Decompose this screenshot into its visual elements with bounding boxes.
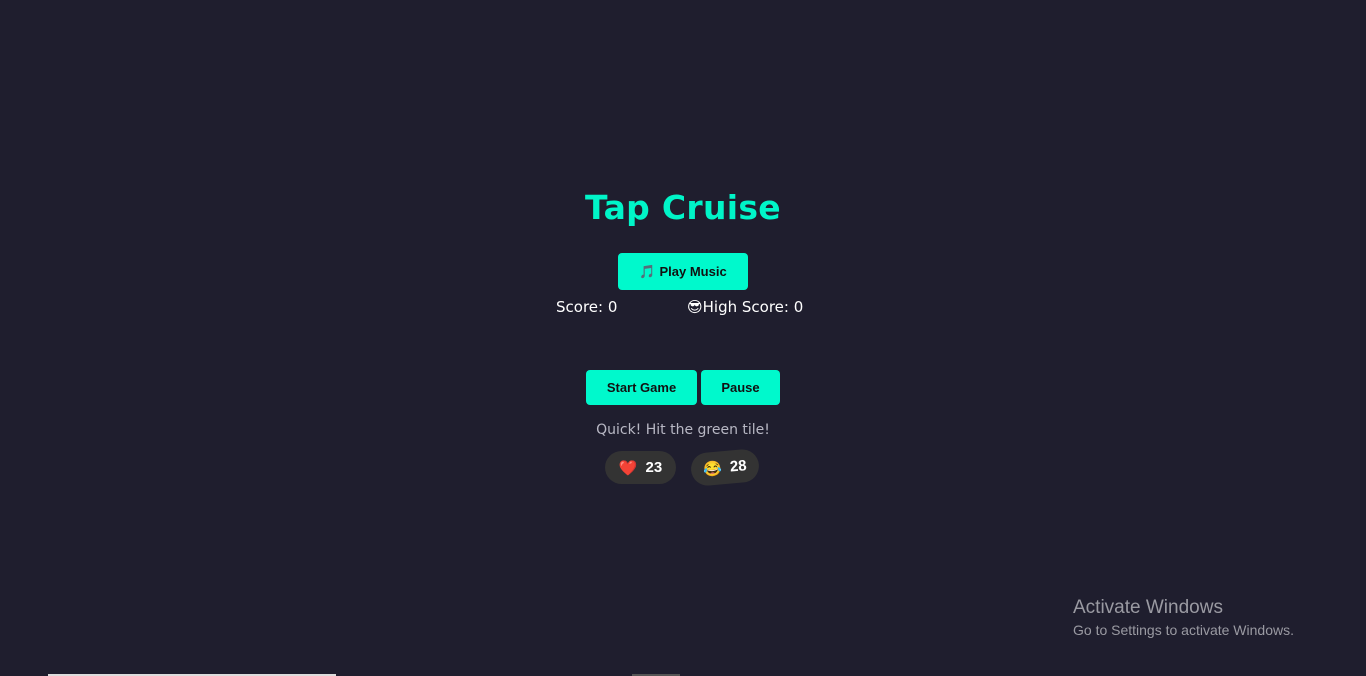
laugh-count: 28 — [729, 457, 748, 476]
activate-windows-title: Activate Windows — [1073, 597, 1223, 618]
high-score-label: High Score: 0 — [702, 298, 804, 316]
sunglasses-icon: 😎 — [687, 298, 703, 316]
game-title: Tap Cruise — [585, 188, 781, 227]
heart-reaction[interactable]: ❤️ 23 — [605, 451, 676, 484]
game-message: Quick! Hit the green tile! — [596, 422, 770, 438]
heart-count: 23 — [645, 459, 663, 476]
high-score-display: 😎High Score: 0 — [687, 298, 803, 316]
play-music-button[interactable]: 🎵 Play Music — [618, 253, 748, 290]
heart-icon: ❤️ — [618, 459, 638, 477]
laughing-icon: 😂 — [702, 459, 723, 479]
start-game-button[interactable]: Start Game — [586, 370, 697, 405]
music-note-icon: 🎵 — [639, 263, 656, 279]
play-music-label: Play Music — [659, 264, 727, 279]
pause-button[interactable]: Pause — [701, 370, 780, 405]
laugh-reaction[interactable]: 😂 28 — [689, 448, 761, 487]
activate-windows-subtitle: Go to Settings to activate Windows. — [1073, 622, 1294, 638]
score-display: Score: 0 — [556, 298, 618, 316]
